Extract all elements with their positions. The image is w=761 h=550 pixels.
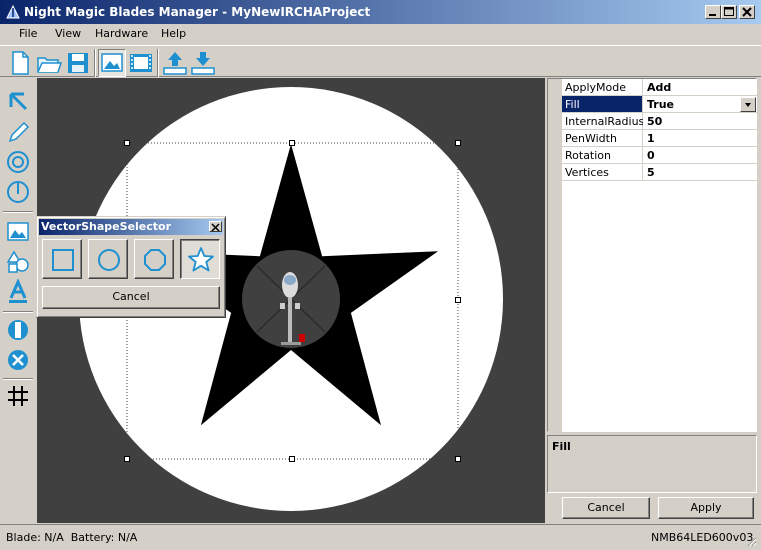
property-row-internalradius[interactable]: InternalRadius 50 <box>562 113 757 130</box>
tool-separator <box>3 378 33 380</box>
download-icon <box>191 52 215 75</box>
text-icon <box>9 278 27 303</box>
status-blade-battery: Blade: N/A Battery: N/A <box>6 531 138 544</box>
menu-hardware[interactable]: Hardware <box>95 27 148 40</box>
octagon-shape-icon <box>144 249 166 271</box>
pointer-tool[interactable] <box>4 88 32 116</box>
description-title: Fill <box>552 440 571 453</box>
property-row-rotation[interactable]: Rotation 0 <box>562 147 757 164</box>
upload-icon <box>163 52 187 75</box>
film-view-button[interactable] <box>127 49 155 77</box>
menu-help[interactable]: Help <box>161 27 186 40</box>
property-name: Vertices <box>565 166 609 179</box>
tool-strip <box>0 78 36 523</box>
dialog-title: VectorShapeSelector <box>41 220 172 233</box>
property-value[interactable]: Add <box>647 81 671 94</box>
toolbar-separator <box>157 49 159 77</box>
image-insert-tool[interactable] <box>4 218 32 246</box>
property-value[interactable]: 50 <box>647 115 662 128</box>
download-button[interactable] <box>189 49 217 77</box>
property-row-fill[interactable]: Fill True <box>562 96 757 113</box>
delete-tool[interactable] <box>4 346 32 374</box>
rotate-icon <box>8 320 28 340</box>
toolbar-separator <box>94 49 96 77</box>
minimize-icon <box>709 14 716 16</box>
shapes-icon <box>6 250 29 273</box>
octagon-shape-button[interactable] <box>134 239 174 279</box>
menu-file[interactable]: File <box>19 27 37 40</box>
property-row-penwidth[interactable]: PenWidth 1 <box>562 130 757 147</box>
dialog-title-bar[interactable]: VectorShapeSelector <box>39 219 223 235</box>
save-button[interactable] <box>64 49 92 77</box>
image-insert-icon <box>7 222 29 241</box>
chevron-down-icon <box>745 103 751 107</box>
property-row-applymode[interactable]: ApplyMode Add <box>562 79 757 96</box>
open-folder-button[interactable] <box>35 49 63 77</box>
menu-view[interactable]: View <box>55 27 81 40</box>
save-disk-icon <box>68 53 88 73</box>
grid-tool[interactable] <box>4 382 32 410</box>
close-icon <box>211 223 220 232</box>
status-firmware: NMB64LED600v03 <box>651 531 754 544</box>
vector-shape-selector-dialog[interactable]: VectorShapeSelector Cancel <box>36 216 226 318</box>
app-icon <box>6 4 20 19</box>
pencil-tool[interactable] <box>4 118 32 146</box>
upload-button[interactable] <box>161 49 189 77</box>
property-value[interactable]: 5 <box>647 166 655 179</box>
shapes-tool[interactable] <box>4 248 32 276</box>
property-row-vertices[interactable]: Vertices 5 <box>562 164 757 181</box>
star-shape-button[interactable] <box>180 239 220 279</box>
property-name: InternalRadius <box>565 115 643 128</box>
toolbar <box>0 45 761 77</box>
open-folder-icon <box>37 57 63 73</box>
clock-line-icon <box>7 181 29 203</box>
property-value[interactable]: True <box>647 98 674 111</box>
star-shape-icon <box>188 247 214 272</box>
new-file-button[interactable] <box>6 49 34 77</box>
rotate-tool[interactable] <box>4 316 32 344</box>
apply-button[interactable]: Apply <box>658 497 754 519</box>
property-name: PenWidth <box>565 132 617 145</box>
circle-shape-button[interactable] <box>88 239 128 279</box>
fill-dropdown-button[interactable] <box>740 97 756 112</box>
maximize-button[interactable] <box>721 5 737 19</box>
image-view-icon <box>101 53 123 72</box>
pointer-arrow-icon <box>9 92 28 111</box>
property-gutter <box>548 79 562 433</box>
radial-line-tool[interactable] <box>4 178 32 206</box>
square-shape-button[interactable] <box>42 239 82 279</box>
property-grid[interactable]: ApplyMode Add Fill True InternalRadius 5… <box>547 78 757 433</box>
image-view-button[interactable] <box>98 49 126 77</box>
dialog-close-button[interactable] <box>209 221 222 232</box>
title-bar[interactable]: Night Magic Blades Manager - MyNewIRCHAP… <box>0 0 761 24</box>
new-file-icon <box>12 51 29 75</box>
property-value[interactable]: 1 <box>647 132 655 145</box>
window-title: Night Magic Blades Manager - MyNewIRCHAP… <box>24 5 371 19</box>
tool-separator <box>3 211 33 213</box>
maximize-icon <box>724 7 734 16</box>
property-value[interactable]: 0 <box>647 149 655 162</box>
pencil-icon <box>8 121 30 143</box>
close-icon <box>742 7 752 17</box>
grid-icon <box>8 386 28 406</box>
dialog-cancel-button[interactable]: Cancel <box>42 286 220 309</box>
circle-shape-icon <box>98 249 120 271</box>
menu-bar: File View Hardware Help <box>0 24 761 44</box>
property-name: Rotation <box>565 149 612 162</box>
cancel-button[interactable]: Cancel <box>562 497 650 519</box>
text-tool[interactable] <box>4 278 32 306</box>
status-bar: Blade: N/A Battery: N/A NMB64LED600v03 <box>0 524 761 550</box>
close-button[interactable] <box>739 5 755 19</box>
property-name: Fill <box>565 98 580 111</box>
property-description: Fill <box>547 435 757 493</box>
property-name: ApplyMode <box>565 81 627 94</box>
resize-grip-icon[interactable] <box>745 535 757 547</box>
ring-icon <box>7 151 29 173</box>
tool-separator <box>3 311 33 313</box>
ring-tool[interactable] <box>4 148 32 176</box>
delete-icon <box>8 350 28 370</box>
minimize-button[interactable] <box>705 5 721 19</box>
square-shape-icon <box>52 249 74 271</box>
film-view-icon <box>130 54 152 72</box>
